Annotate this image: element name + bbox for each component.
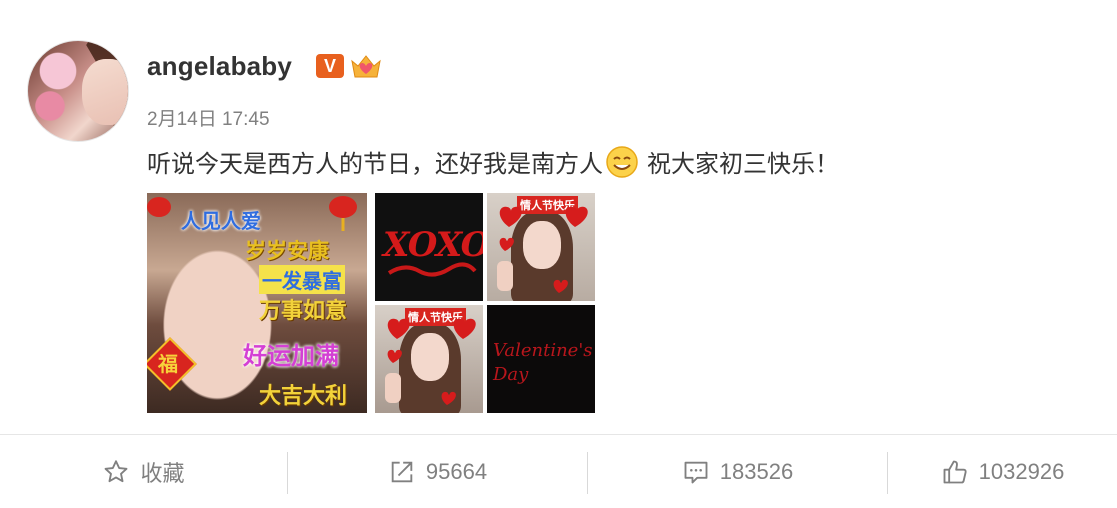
thumbs-up-icon	[943, 460, 967, 483]
comment-count: 183526	[719, 458, 794, 484]
post-image-4[interactable]: 情人节快乐	[375, 305, 483, 413]
sticker-wan-shi-ru-yi: 万事如意	[259, 299, 348, 324]
sticker-ren-jian-ren-ai: 人见人爱	[181, 209, 261, 233]
favorite-label: 收藏	[140, 460, 185, 486]
smile-emoji-icon	[606, 145, 638, 178]
sticker-yi-fa-bao-fu: 一发暴富	[259, 265, 345, 294]
verified-badge-icon[interactable]: V	[316, 54, 344, 78]
share-icon	[391, 461, 413, 482]
post-image-1[interactable]: 人见人爱 岁岁安康 一发暴富 万事如意 好运加满 大吉大利 福	[147, 193, 367, 413]
avatar-face	[82, 59, 128, 125]
comment-button[interactable]: 183526	[588, 435, 887, 508]
like-button[interactable]: 1032926	[888, 435, 1117, 508]
repost-count: 95664	[425, 458, 488, 484]
username[interactable]: angelababy	[147, 51, 292, 82]
post-image-2[interactable]: XOXO	[375, 193, 483, 301]
post-image-5[interactable]: Valentine's Day	[487, 305, 595, 413]
post-content: 听说今天是西方人的节日，还好我是南方人 祝大家初三快乐！	[147, 144, 839, 179]
post-text-before: 听说今天是西方人的节日，还好我是南方人	[147, 151, 603, 178]
post-text-after: 祝大家初三快乐！	[647, 151, 839, 178]
sticker-da-ji-da-li: 大吉大利	[259, 384, 348, 409]
fu-character: 福	[158, 352, 178, 376]
favorite-button[interactable]: 收藏	[0, 435, 287, 508]
comment-icon	[684, 461, 708, 483]
crown-heart-icon[interactable]	[349, 52, 383, 80]
like-count: 1032926	[978, 458, 1065, 484]
post-image-3[interactable]: 情人节快乐	[487, 193, 595, 301]
peace-hand	[385, 373, 401, 403]
valentines-day-text: Valentine's Day	[493, 340, 593, 385]
avatar[interactable]	[27, 40, 129, 142]
lipstick-stroke	[387, 262, 477, 277]
sticker-sui-sui-an-kang: 岁岁安康	[245, 239, 329, 263]
star-icon	[105, 459, 128, 482]
sticker-hao-yun-jia-man: 好运加满	[243, 342, 339, 370]
peace-hand	[497, 261, 513, 291]
repost-button[interactable]: 95664	[288, 435, 587, 508]
post-time[interactable]: 2月14日 17:45	[147, 104, 270, 131]
